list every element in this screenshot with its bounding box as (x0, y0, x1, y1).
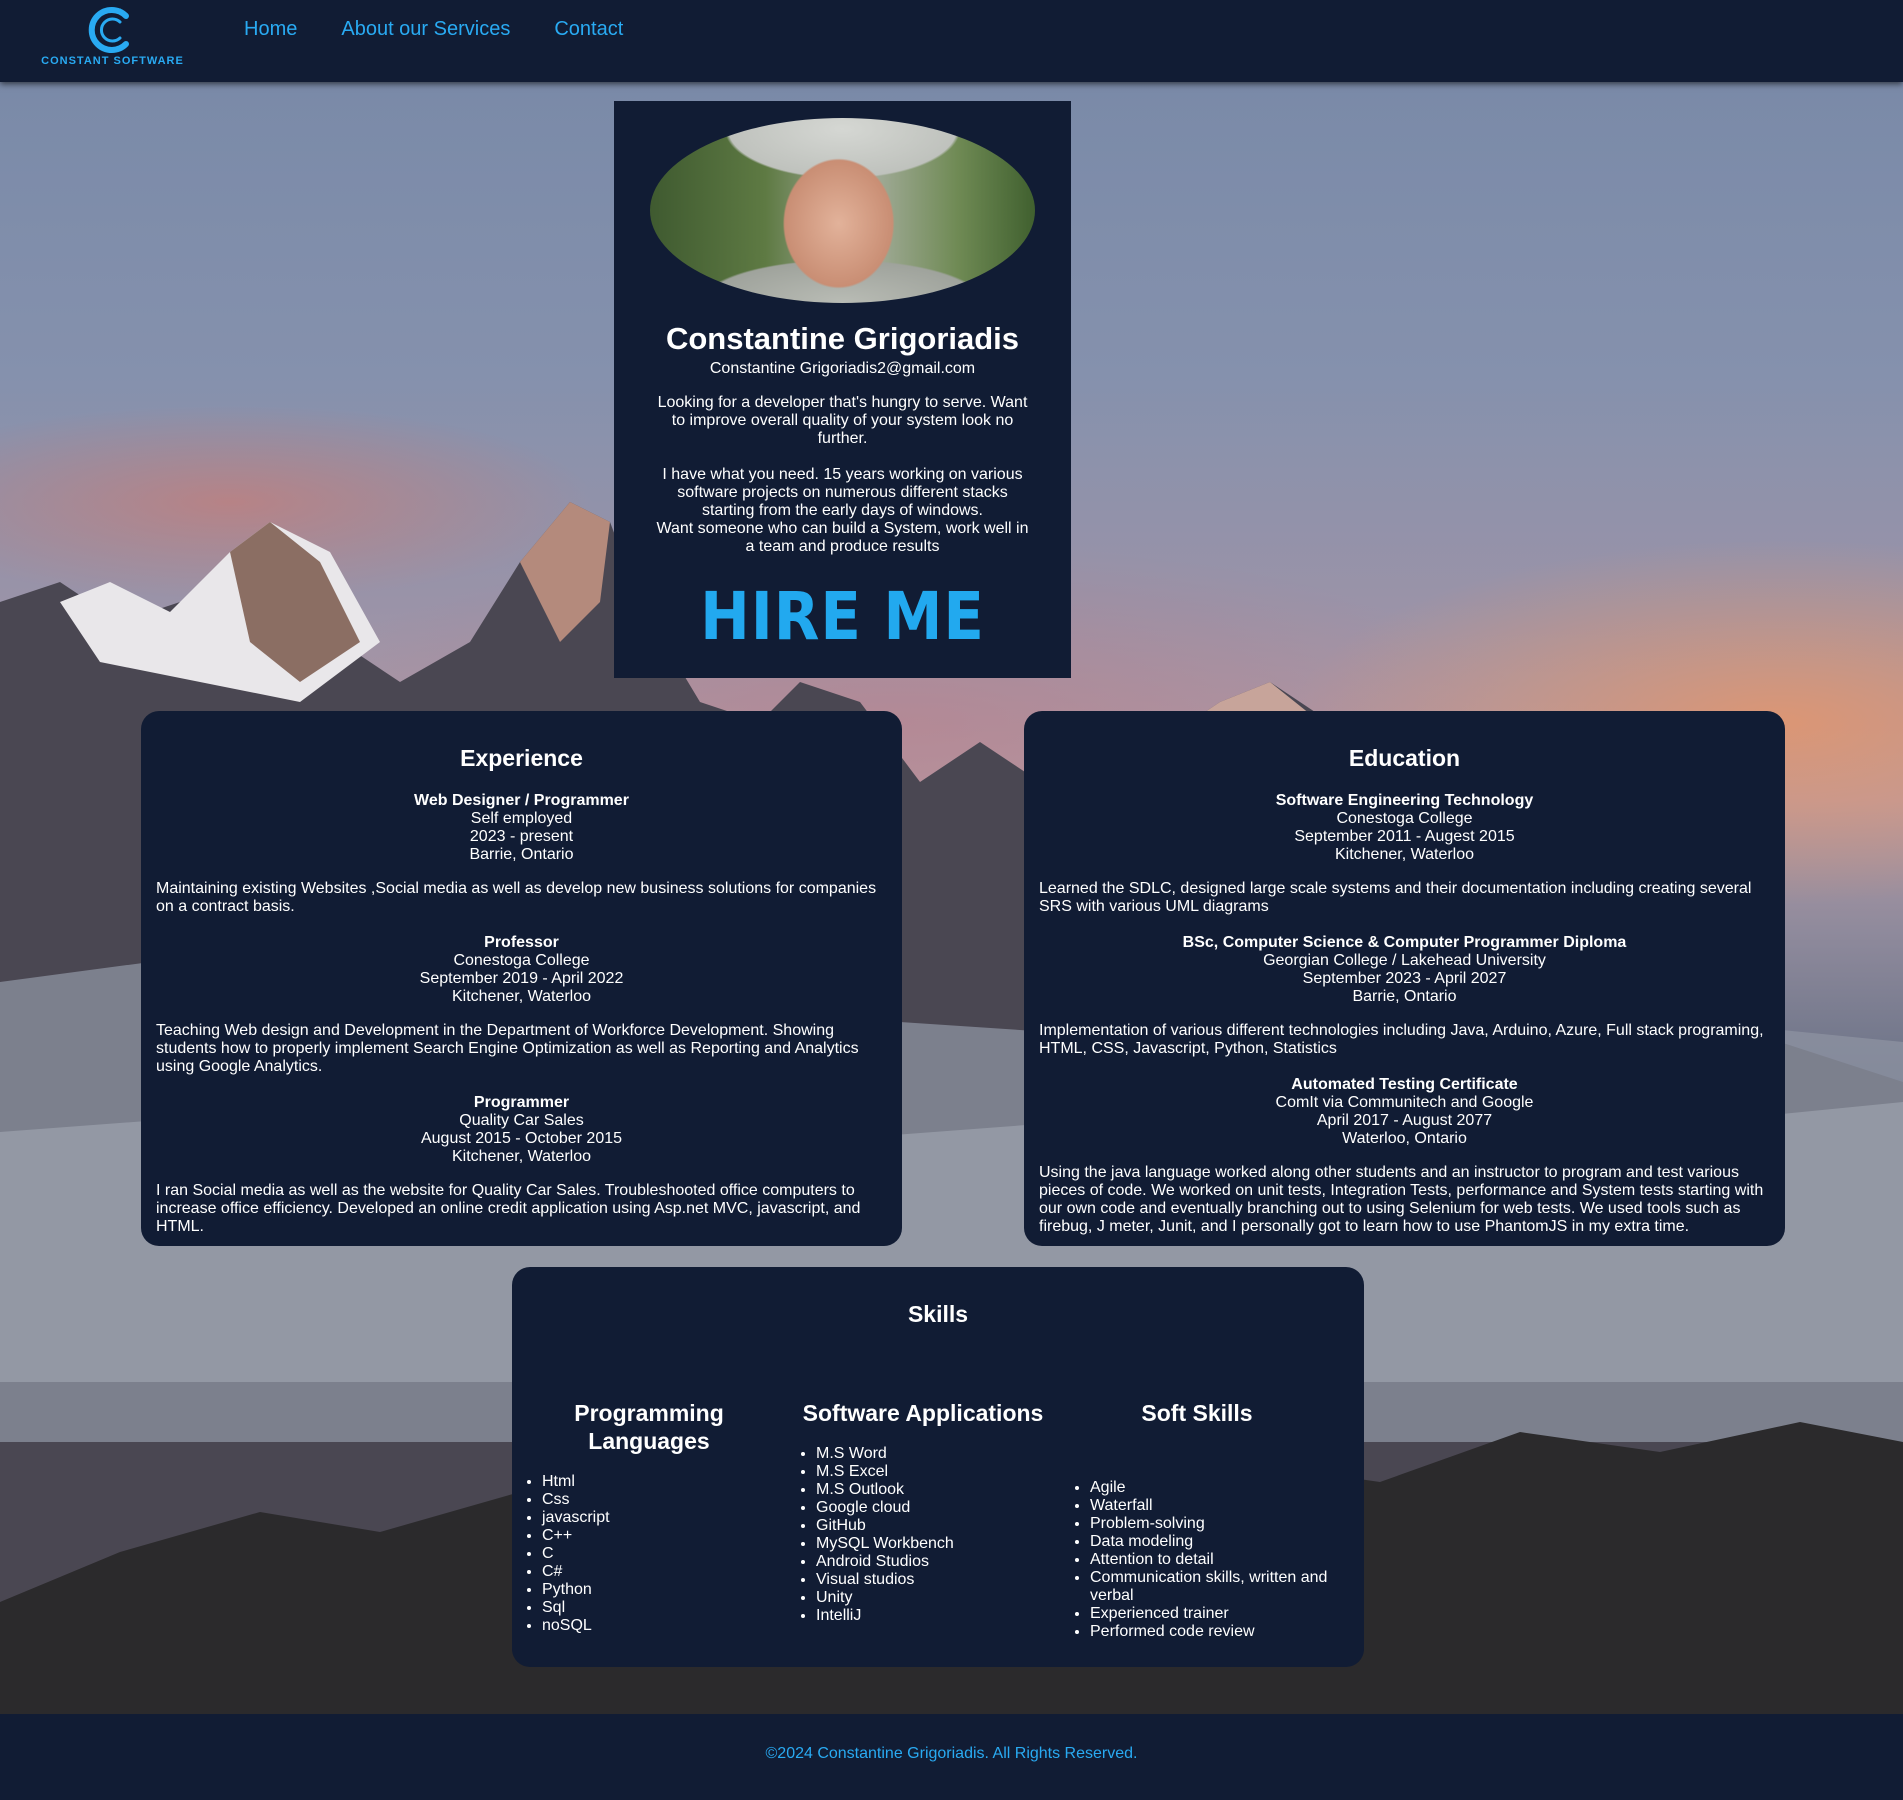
skills-column-soft: Soft Skills Agile Waterfall Problem-solv… (1060, 1399, 1334, 1641)
entry-description: Using the java language worked along oth… (1039, 1164, 1764, 1235)
profile-blurb: Looking for a developer that's hungry to… (654, 394, 1031, 556)
skill-item: javascript (542, 1509, 786, 1527)
entry-dates: 2023 - present (469, 828, 574, 845)
skills-title: Skills (907, 1301, 969, 1327)
experience-title: Experience (460, 745, 583, 771)
skill-item: Attention to detail (1090, 1551, 1334, 1569)
skill-item: Communication skills, written and verbal (1090, 1569, 1334, 1605)
skill-item: C (542, 1545, 786, 1563)
top-navigation-bar: CONSTANT SOFTWARE Home About our Service… (0, 0, 1903, 82)
education-title: Education (1348, 745, 1461, 771)
skill-item: Unity (816, 1589, 1060, 1607)
profile-photo (650, 118, 1035, 303)
entry-location: Kitchener, Waterloo (451, 988, 592, 1005)
entry-school: Georgian College / Lakehead University (1263, 952, 1546, 969)
nav-services-link[interactable]: About our Services (341, 18, 510, 41)
nav-home-link[interactable]: Home (244, 18, 297, 41)
experience-entry: Professor Conestoga College September 20… (156, 934, 887, 1076)
profile-name: Constantine Grigoriadis (665, 321, 1020, 356)
entry-org: Self employed (470, 810, 573, 827)
entry-program: BSc, Computer Science & Computer Program… (1182, 934, 1627, 951)
skill-item: Data modeling (1090, 1533, 1334, 1551)
entry-role: Web Designer / Programmer (414, 792, 629, 809)
profile-blurb-2: I have what you need. 15 years working o… (662, 466, 1023, 519)
entry-dates: September 2011 - Augest 2015 (1294, 828, 1515, 845)
page-footer: ©2024 Constantine Grigoriadis. All Right… (0, 1714, 1903, 1800)
copyright-text: ©2024 Constantine Grigoriadis. All Right… (765, 1745, 1138, 1762)
c-logo-icon (88, 7, 129, 53)
skill-item: C++ (542, 1527, 786, 1545)
skills-column-title: Software Applications (802, 1400, 1044, 1426)
skill-item: Google cloud (816, 1499, 1060, 1517)
profile-email: Constantine Grigoriadis2@gmail.com (709, 360, 976, 377)
skills-column-title: Programming Languages (574, 1400, 724, 1454)
entry-description: Maintaining existing Websites ,Social me… (156, 880, 877, 915)
brand-logo[interactable]: CONSTANT SOFTWARE (40, 4, 185, 70)
entry-org: Quality Car Sales (459, 1112, 584, 1129)
skill-item: Problem-solving (1090, 1515, 1334, 1533)
skill-item: Css (542, 1491, 786, 1509)
entry-description: I ran Social media as well as the websit… (156, 1182, 861, 1235)
skill-item: Agile (1090, 1479, 1334, 1497)
skill-item: MySQL Workbench (816, 1535, 1060, 1553)
skill-item: C# (542, 1563, 786, 1581)
skill-item: Experienced trainer (1090, 1605, 1334, 1623)
entry-description: Implementation of various different tech… (1039, 1022, 1764, 1057)
skill-item: Visual studios (816, 1571, 1060, 1589)
brand-logo-text: CONSTANT SOFTWARE (41, 55, 184, 67)
entry-school: ComIt via Communitech and Google (1275, 1094, 1534, 1111)
education-entry: Software Engineering Technology Conestog… (1039, 792, 1770, 916)
entry-program: Automated Testing Certificate (1291, 1076, 1518, 1093)
nav-contact-link[interactable]: Contact (554, 18, 623, 41)
skill-item: Android Studios (816, 1553, 1060, 1571)
skill-item: GitHub (816, 1517, 1060, 1535)
experience-entry: Programmer Quality Car Sales August 2015… (156, 1094, 887, 1236)
entry-location: Kitchener, Waterloo (1334, 846, 1475, 863)
skill-item: noSQL (542, 1617, 786, 1635)
skills-column-programming: Programming Languages Html Css javascrip… (512, 1399, 786, 1635)
experience-entry: Web Designer / Programmer Self employed … (156, 792, 887, 916)
entry-description: Teaching Web design and Development in t… (156, 1022, 859, 1075)
entry-dates: August 2015 - October 2015 (420, 1130, 623, 1147)
education-panel: Education Software Engineering Technolog… (1024, 711, 1785, 1246)
skill-item: M.S Excel (816, 1463, 1060, 1481)
entry-location: Waterloo, Ontario (1342, 1130, 1467, 1147)
entry-org: Conestoga College (453, 952, 590, 969)
entry-dates: September 2023 - April 2027 (1302, 970, 1507, 987)
entry-dates: September 2019 - April 2022 (419, 970, 624, 987)
skills-panel: Skills Programming Languages Html Css ja… (512, 1267, 1364, 1667)
entry-program: Software Engineering Technology (1275, 792, 1534, 809)
skill-item: Waterfall (1090, 1497, 1334, 1515)
skill-item: M.S Word (816, 1445, 1060, 1463)
entry-description: Learned the SDLC, designed large scale s… (1039, 880, 1752, 915)
entry-location: Barrie, Ontario (1352, 988, 1457, 1005)
skill-item: M.S Outlook (816, 1481, 1060, 1499)
education-entry: Automated Testing Certificate ComIt via … (1039, 1076, 1770, 1236)
entry-location: Kitchener, Waterloo (451, 1148, 592, 1165)
entry-school: Conestoga College (1336, 810, 1473, 827)
skill-item: Performed code review (1090, 1623, 1334, 1641)
skill-item: Html (542, 1473, 786, 1491)
profile-card: Constantine Grigoriadis Constantine Grig… (614, 101, 1071, 678)
skill-item: Sql (542, 1599, 786, 1617)
skills-column-software: Software Applications M.S Word M.S Excel… (786, 1399, 1060, 1625)
skill-item: Python (542, 1581, 786, 1599)
education-entry: BSc, Computer Science & Computer Program… (1039, 934, 1770, 1058)
profile-blurb-1: Looking for a developer that's hungry to… (657, 394, 1028, 447)
main-nav: Home About our Services Contact (244, 18, 623, 41)
entry-dates: April 2017 - August 2077 (1316, 1112, 1493, 1129)
entry-location: Barrie, Ontario (469, 846, 574, 863)
skill-item: IntelliJ (816, 1607, 1060, 1625)
profile-blurb-3: Want someone who can build a System, wor… (656, 520, 1029, 555)
skills-column-title: Soft Skills (1141, 1400, 1253, 1426)
entry-role: Programmer (473, 1094, 570, 1111)
experience-panel: Experience Web Designer / Programmer Sel… (141, 711, 902, 1246)
entry-role: Professor (484, 934, 559, 951)
hire-me-button[interactable]: HIRE ME (637, 578, 1048, 655)
